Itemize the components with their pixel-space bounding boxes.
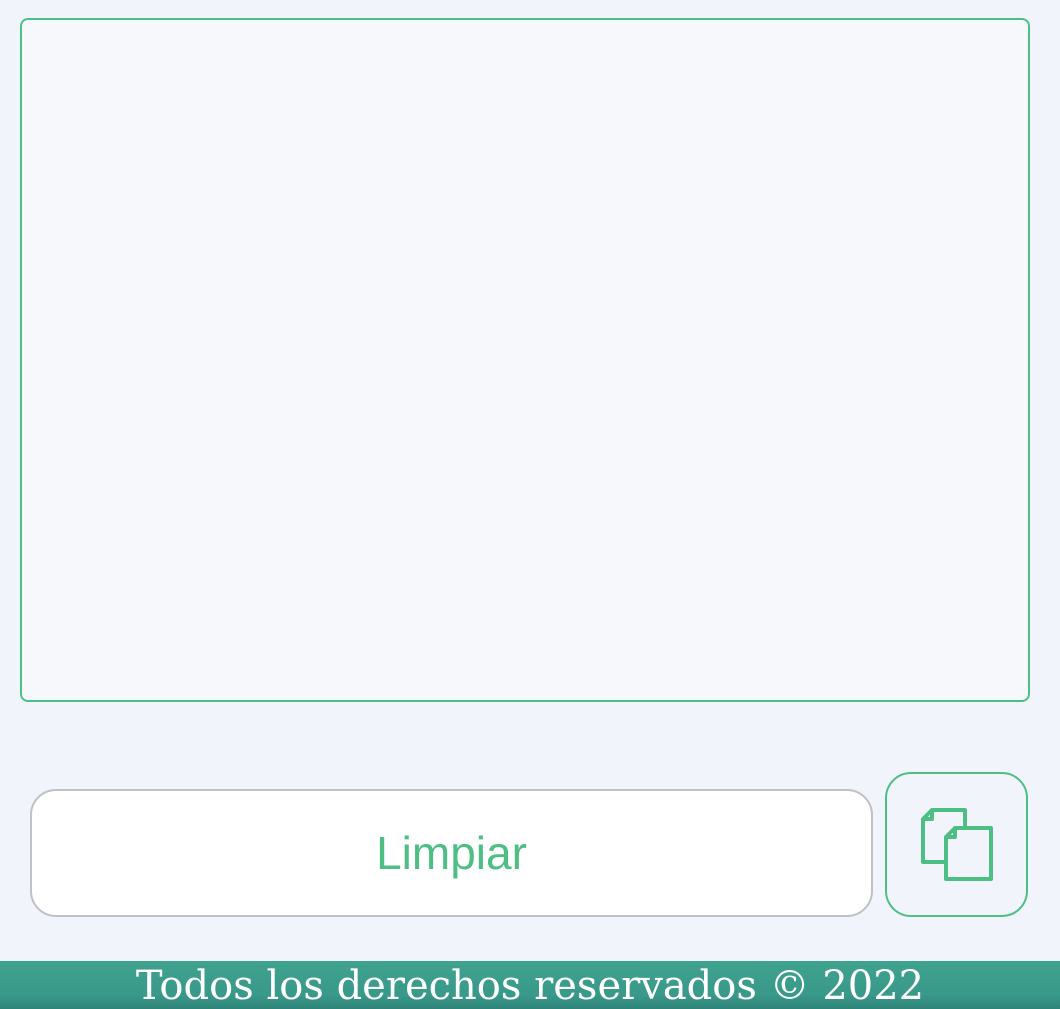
footer: Todos los derechos reservados © 2022 <box>0 961 1060 1009</box>
clear-button[interactable]: Limpiar <box>30 789 873 917</box>
copyright-text: Todos los derechos reservados © 2022 <box>135 963 925 1009</box>
text-input-area[interactable] <box>20 18 1030 702</box>
clear-button-label: Limpiar <box>376 827 527 879</box>
copy-button[interactable] <box>885 772 1028 917</box>
copy-icon <box>920 807 994 882</box>
